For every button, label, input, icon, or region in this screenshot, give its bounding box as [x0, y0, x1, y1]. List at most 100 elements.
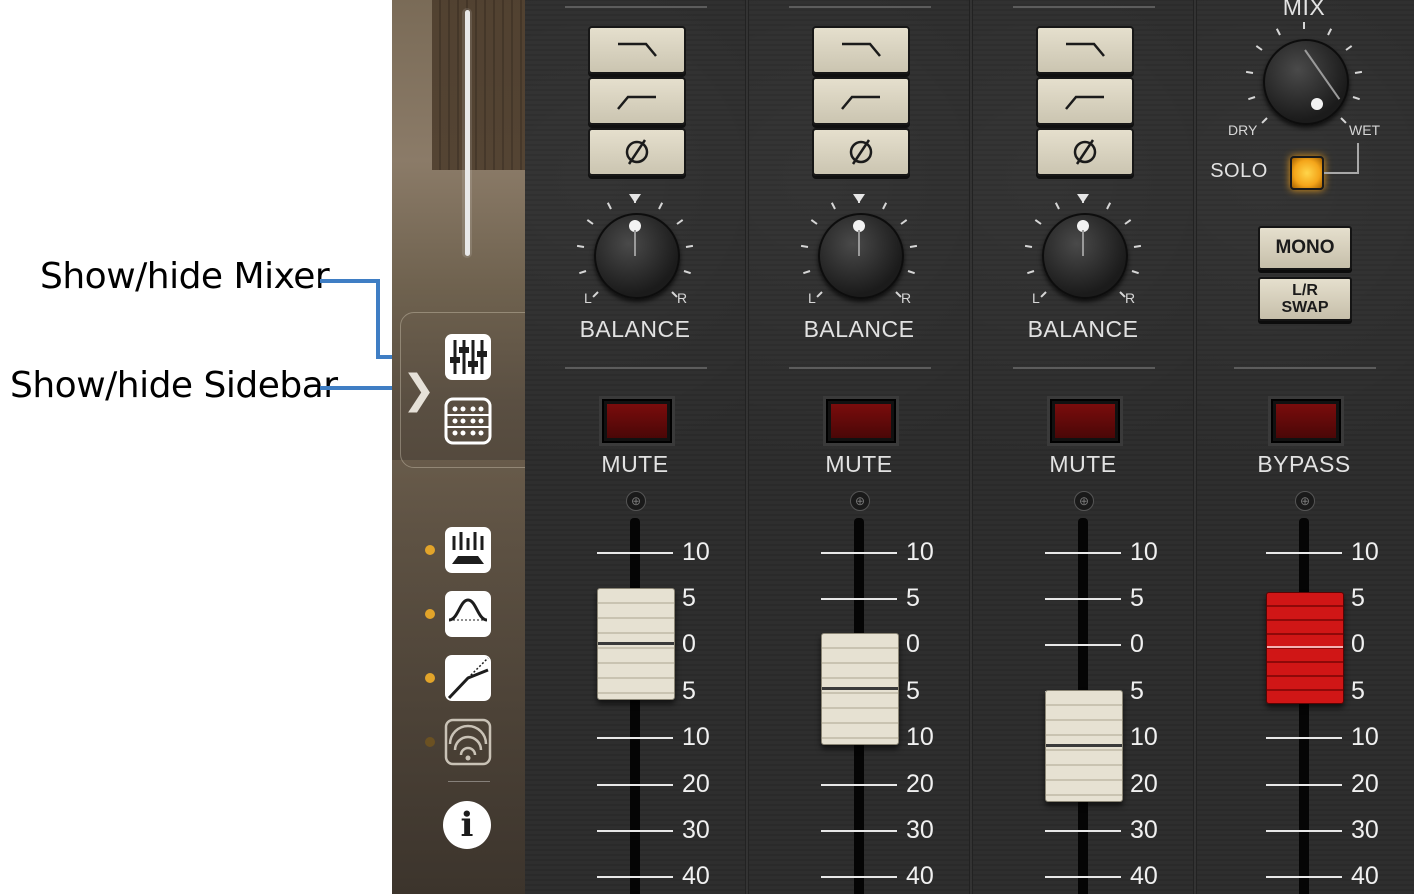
- low-pass-filter-button[interactable]: [1036, 26, 1134, 74]
- leader-sidebar: [320, 386, 400, 390]
- callout-show-hide-sidebar: Show/hide Sidebar: [10, 365, 338, 406]
- balance-right-label: R: [901, 290, 912, 306]
- balance-right-label: R: [1125, 290, 1136, 306]
- fader-scale-line: [1045, 552, 1121, 554]
- low-pass-filter-button[interactable]: [588, 26, 686, 74]
- mono-button[interactable]: MONO: [1258, 226, 1352, 270]
- fader-scale-label: 10: [682, 723, 710, 751]
- bypass-label: BYPASS: [1257, 451, 1351, 477]
- bypass-led: [1276, 404, 1336, 438]
- bypass-button[interactable]: [1268, 396, 1344, 446]
- info-icon[interactable]: i: [443, 801, 491, 849]
- mute-led: [831, 404, 891, 438]
- fader-scale-label: 5: [1351, 584, 1365, 612]
- fader-scale-line: [1266, 737, 1342, 739]
- mix-knob-indicator: [1311, 98, 1323, 110]
- fader-scale-label: 10: [1130, 538, 1158, 566]
- fader-scale-label: 0: [1351, 630, 1365, 658]
- balance-center-marker-icon: [1077, 194, 1089, 203]
- fader-scale-line: [597, 830, 673, 832]
- callout-show-hide-mixer: Show/hide Mixer: [40, 256, 330, 297]
- fader-scale-label: 30: [1351, 816, 1379, 844]
- sidebar-toggle-chevron-icon[interactable]: ❯: [402, 368, 436, 412]
- mute-label: MUTE: [1049, 451, 1117, 477]
- dry-label: DRY: [1228, 122, 1258, 138]
- fader-scale-line: [1266, 876, 1342, 878]
- high-pass-filter-button[interactable]: [1036, 77, 1134, 125]
- fader-scale-label: 10: [906, 723, 934, 751]
- mute-button[interactable]: [599, 396, 675, 446]
- screw-icon: ⊕: [850, 491, 870, 511]
- fader-scale-line: [597, 552, 673, 554]
- sidebar-divider: [448, 781, 490, 782]
- fader-scale-label: 40: [906, 862, 934, 890]
- channel-fader[interactable]: [597, 588, 675, 700]
- master-fader-track: [1299, 518, 1309, 894]
- fader-scale-label: 20: [682, 770, 710, 798]
- sidebar-panel-icon[interactable]: [444, 397, 492, 445]
- fader-scale-label: 0: [1130, 630, 1144, 658]
- balance-knob-pointer: [1082, 230, 1084, 256]
- lr-swap-label-line1: L/R: [1292, 282, 1318, 299]
- eq-icon[interactable]: [444, 590, 492, 638]
- fader-scale-label: 5: [906, 584, 920, 612]
- low-pass-filter-button[interactable]: [812, 26, 910, 74]
- strip-rule: [789, 367, 931, 369]
- mute-button[interactable]: [1047, 396, 1123, 446]
- strip-rule: [789, 6, 931, 8]
- balance-label: BALANCE: [579, 316, 691, 342]
- compressor-icon[interactable]: [444, 654, 492, 702]
- mixer-icon[interactable]: [444, 333, 492, 381]
- fader-track: [630, 518, 640, 894]
- balance-left-label: L: [584, 290, 592, 306]
- fader-scale-label: 5: [1351, 677, 1365, 705]
- channel-fader[interactable]: [1045, 690, 1123, 802]
- fader-scale-line: [1266, 830, 1342, 832]
- channel-fader[interactable]: [821, 633, 899, 745]
- room-mics-icon[interactable]: [444, 526, 492, 574]
- balance-knob-pointer: [634, 230, 636, 256]
- lr-swap-button[interactable]: L/R SWAP: [1258, 277, 1352, 321]
- fader-scale-line: [821, 830, 897, 832]
- balance-label: BALANCE: [1027, 316, 1139, 342]
- phase-invert-button[interactable]: [812, 128, 910, 176]
- mute-led: [1055, 404, 1115, 438]
- reverb-inactive-dot: [425, 737, 435, 747]
- strip-rule: [1013, 6, 1155, 8]
- fader-scale-label: 30: [682, 816, 710, 844]
- phase-invert-button[interactable]: [588, 128, 686, 176]
- balance-label: BALANCE: [803, 316, 915, 342]
- fader-scale-label: 10: [1351, 538, 1379, 566]
- screw-icon: ⊕: [1295, 491, 1315, 511]
- balance-right-label: R: [677, 290, 688, 306]
- fader-scale-line: [1045, 830, 1121, 832]
- phase-invert-button[interactable]: [1036, 128, 1134, 176]
- mute-button[interactable]: [823, 396, 899, 446]
- master-fader[interactable]: [1266, 592, 1344, 704]
- fader-scale-line: [597, 876, 673, 878]
- fader-scale-line: [1045, 644, 1121, 646]
- fader-scale-label: 20: [1351, 770, 1379, 798]
- mix-label: MIX: [1282, 0, 1326, 20]
- fader-scale-label: 30: [1130, 816, 1158, 844]
- sidebar-scroll-thumb[interactable]: [465, 10, 470, 256]
- fader-scale-line: [821, 598, 897, 600]
- leader-mixer-v: [376, 279, 380, 359]
- fader-scale-label: 30: [906, 816, 934, 844]
- solo-bracket: [1324, 172, 1359, 174]
- high-pass-filter-button[interactable]: [588, 77, 686, 125]
- balance-center-marker-icon: [629, 194, 641, 203]
- fader-scale-line: [821, 876, 897, 878]
- fader-scale-line: [597, 737, 673, 739]
- high-pass-filter-button[interactable]: [812, 77, 910, 125]
- mute-label: MUTE: [825, 451, 893, 477]
- reverb-icon[interactable]: [444, 718, 492, 766]
- room-background: [432, 0, 525, 170]
- eq-active-dot: [425, 609, 435, 619]
- strip-rule: [565, 6, 707, 8]
- solo-button[interactable]: [1290, 156, 1324, 190]
- leader-mixer-h1: [320, 279, 380, 283]
- solo-bracket: [1357, 143, 1359, 173]
- balance-left-label: L: [808, 290, 816, 306]
- balance-knob-pointer: [858, 230, 860, 256]
